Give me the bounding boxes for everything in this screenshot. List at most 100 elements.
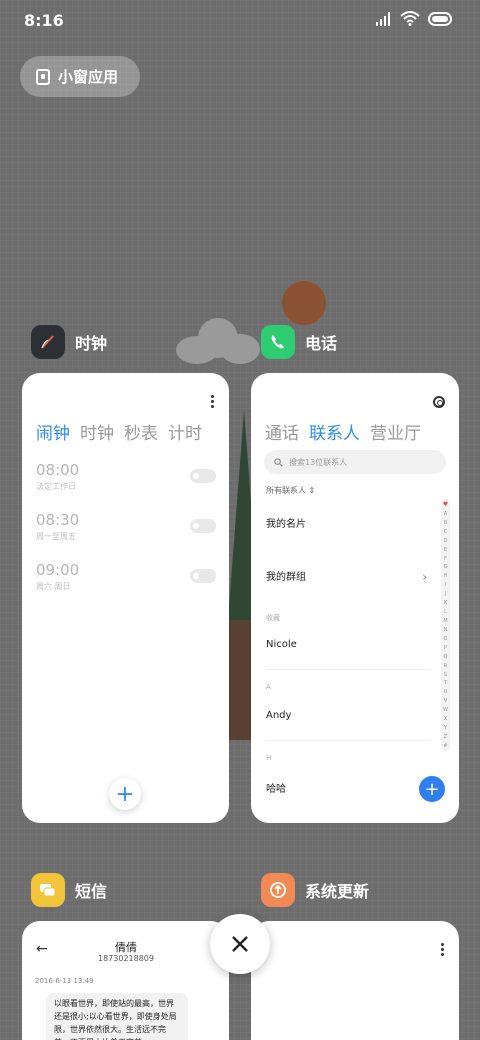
divider [266, 740, 431, 741]
clock-app-card[interactable]: 闹钟 时钟 秒表 计时 08:00 法定工作日 08:30 周一至周五 09:0… [22, 373, 229, 823]
index-letter[interactable]: # [443, 743, 447, 749]
index-letter[interactable]: W [443, 707, 448, 713]
clock-tabs: 闹钟 时钟 秒表 计时 [36, 419, 202, 444]
contact-item[interactable]: Andy [266, 710, 291, 721]
wallpaper-sun [282, 281, 326, 325]
tab-calls[interactable]: 通话 [265, 419, 299, 444]
settings-icon[interactable] [433, 396, 445, 408]
index-letter[interactable]: U [444, 689, 448, 695]
contact-filter[interactable]: 所有联系人 ⇕ [266, 485, 315, 496]
sort-icon: ⇕ [308, 486, 316, 495]
status-icons [376, 11, 452, 26]
index-letter[interactable]: A [444, 511, 447, 517]
clock-app-icon [31, 325, 65, 359]
chevron-right-icon: › [422, 570, 427, 584]
alarm-item[interactable]: 08:30 周一至周五 [36, 511, 216, 547]
sms-date: 2016-6-13 13:49 [35, 977, 94, 985]
close-icon [232, 936, 248, 952]
update-app-icon [261, 873, 295, 907]
clock-app-name: 时钟 [75, 334, 108, 353]
alphabet-index-bar[interactable]: ♥ A B C D E F G H I J K L M N O P Q R S T U V W X Y Z # [441, 499, 450, 751]
sms-app-card[interactable]: ← 倩倩 18730218809 2016-6-13 13:49 以眼看世界，即… [22, 921, 229, 1040]
alarm-item[interactable]: 09:00 周六 周日 [36, 561, 216, 597]
index-letter[interactable]: F [444, 556, 447, 562]
index-letter[interactable]: ♥ [443, 501, 448, 508]
alarm-toggle[interactable] [190, 519, 216, 533]
small-window-label: 小窗应用 [58, 68, 119, 86]
alarm-repeat: 周六 周日 [36, 582, 71, 591]
alarm-toggle[interactable] [190, 569, 216, 583]
search-placeholder: 搜索13位联系人 [289, 457, 348, 467]
alarm-toggle[interactable] [190, 469, 216, 483]
close-all-button[interactable] [210, 914, 270, 974]
contact-item[interactable]: Nicole [266, 639, 297, 650]
update-app-card[interactable] [251, 921, 459, 1040]
index-letter[interactable]: Z [444, 734, 447, 740]
add-alarm-button[interactable]: + [109, 778, 141, 810]
sms-app-icon [31, 873, 65, 907]
index-letter[interactable]: E [444, 547, 447, 553]
search-icon [274, 457, 283, 466]
alarm-time: 08:30 [36, 511, 80, 529]
index-letter[interactable]: T [444, 680, 447, 686]
more-icon[interactable] [211, 395, 215, 408]
section-letter: A [266, 683, 271, 691]
index-letter[interactable]: D [444, 538, 448, 544]
sms-contact-number: 18730218809 [98, 954, 154, 963]
wallpaper-cloud [176, 318, 260, 364]
small-window-button[interactable]: 小窗应用 [20, 56, 140, 97]
index-letter[interactable]: V [444, 698, 447, 704]
wifi-icon [400, 11, 420, 26]
update-app-name: 系统更新 [305, 882, 370, 901]
more-icon[interactable] [441, 943, 445, 956]
index-letter[interactable]: R [444, 663, 447, 669]
tab-clock[interactable]: 时钟 [80, 419, 114, 444]
alarm-time: 09:00 [36, 561, 80, 579]
status-time: 8:16 [24, 11, 64, 30]
alarm-repeat: 法定工作日 [36, 482, 76, 491]
index-letter[interactable]: M [443, 618, 447, 624]
tab-stopwatch[interactable]: 秒表 [124, 419, 158, 444]
phone-app-card[interactable]: 通话 联系人 营业厅 搜索13位联系人 所有联系人 ⇕ 我的名片 我的群组 › … [251, 373, 459, 823]
index-letter[interactable]: C [444, 529, 448, 535]
index-letter[interactable]: G [444, 564, 448, 570]
my-card-item[interactable]: 我的名片 [266, 515, 306, 530]
index-letter[interactable]: O [444, 636, 448, 642]
section-letter: H [266, 754, 272, 762]
index-letter[interactable]: I [445, 582, 446, 588]
index-letter[interactable]: B [444, 520, 447, 526]
sms-message-bubble: 以眼看世界，即使站的最高，世界还是很小;以心看世界，即使身处局限，世界依然很大。… [46, 993, 188, 1040]
index-letter[interactable]: H [444, 573, 448, 579]
index-letter[interactable]: J [445, 591, 446, 597]
tab-alarm[interactable]: 闹钟 [36, 419, 70, 444]
update-app-header: 系统更新 [261, 873, 369, 907]
alarm-time: 08:00 [36, 461, 80, 479]
index-letter[interactable]: K [444, 600, 447, 606]
sms-contact-name: 倩倩 [115, 941, 137, 954]
index-letter[interactable]: P [444, 645, 447, 651]
alarm-item[interactable]: 08:00 法定工作日 [36, 461, 216, 497]
sms-app-header: 短信 [31, 873, 107, 907]
add-contact-button[interactable]: + [419, 776, 445, 802]
index-letter[interactable]: S [444, 672, 447, 678]
phone-app-name: 电话 [305, 334, 338, 353]
index-letter[interactable]: N [444, 627, 448, 633]
index-letter[interactable]: Q [444, 654, 448, 660]
phone-tabs: 通话 联系人 营业厅 [265, 419, 421, 444]
contact-item[interactable]: 哈哈 [266, 780, 286, 795]
my-groups-item[interactable]: 我的群组 [266, 568, 306, 583]
small-window-icon [36, 68, 50, 85]
index-letter[interactable]: X [444, 716, 447, 722]
battery-icon [428, 11, 452, 26]
index-letter[interactable]: L [444, 609, 447, 615]
tab-timer[interactable]: 计时 [168, 419, 202, 444]
phone-app-header: 电话 [261, 325, 337, 359]
sms-app-name: 短信 [75, 882, 108, 901]
signal-icon [376, 11, 390, 26]
contact-search-input[interactable]: 搜索13位联系人 [264, 450, 446, 474]
index-letter[interactable]: Y [444, 725, 447, 731]
tab-contacts[interactable]: 联系人 [309, 419, 360, 444]
tab-service-hall[interactable]: 营业厅 [370, 419, 421, 444]
status-bar: 8:16 [0, 0, 480, 40]
divider [266, 669, 431, 670]
